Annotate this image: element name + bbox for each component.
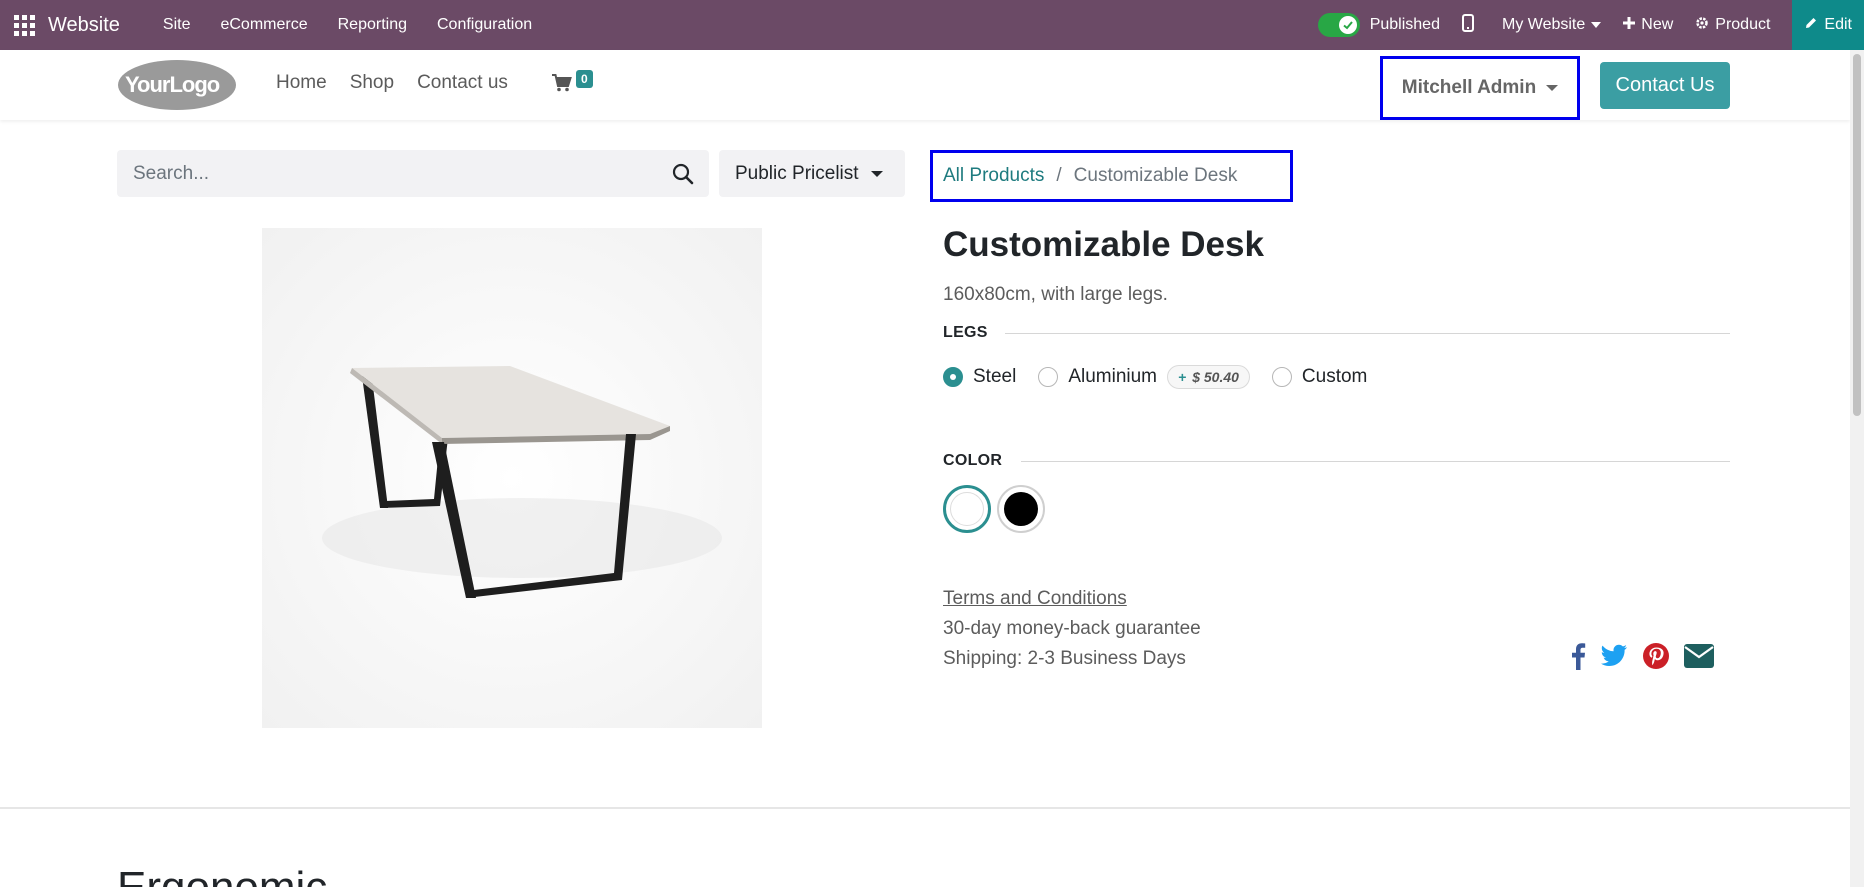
- legs-option-label: Aluminium: [1068, 366, 1158, 387]
- admin-navbar: Website Site eCommerce Reporting Configu…: [0, 0, 1864, 50]
- guarantee-text: 30-day money-back guarantee: [943, 618, 1201, 639]
- site-nav: Home Shop Contact us: [276, 72, 531, 94]
- color-swatch-black[interactable]: [997, 485, 1045, 533]
- legs-option-custom[interactable]: Custom: [1271, 366, 1368, 388]
- search-input[interactable]: [117, 150, 657, 197]
- plus-icon: [1623, 16, 1641, 34]
- product-label: Product: [1715, 16, 1771, 33]
- mobile-icon: [1461, 13, 1480, 37]
- terms-and-conditions-link[interactable]: Terms and Conditions: [943, 588, 1127, 610]
- color-swatch-white[interactable]: [943, 485, 991, 533]
- pricelist-label: Public Pricelist: [735, 162, 859, 184]
- breadcrumb-separator: /: [1056, 165, 1062, 186]
- admin-menu-reporting[interactable]: Reporting: [323, 16, 422, 34]
- pencil-icon: [1804, 16, 1824, 35]
- admin-menu-ecommerce[interactable]: eCommerce: [205, 16, 322, 34]
- product-title: Customizable Desk: [943, 225, 1264, 264]
- nav-shop[interactable]: Shop: [350, 72, 394, 94]
- user-name: Mitchell Admin: [1401, 77, 1537, 98]
- share-icons: [1570, 642, 1714, 675]
- breadcrumb-current: Customizable Desk: [1073, 165, 1238, 186]
- radio-steel[interactable]: [943, 367, 963, 387]
- check-icon: [1338, 16, 1357, 34]
- section-divider: [0, 807, 1850, 809]
- admin-menu: Site eCommerce Reporting Configuration: [148, 16, 547, 34]
- scrollbar-thumb[interactable]: [1853, 54, 1861, 416]
- edit-label: Edit: [1824, 16, 1852, 33]
- color-divider: [1021, 461, 1730, 462]
- cart-button[interactable]: 0: [552, 70, 602, 100]
- cart-icon: [552, 74, 572, 92]
- logo-text: YourLogo: [125, 72, 220, 97]
- color-attribute-label: COLOR: [943, 452, 1003, 469]
- legs-options: Steel Aluminium + $ 50.40 Custom: [943, 365, 1389, 389]
- breadcrumb: All Products / Customizable Desk: [930, 150, 1293, 202]
- legs-attribute-label: LEGS: [943, 324, 988, 341]
- cart-count-badge: 0: [576, 70, 593, 88]
- search-box: [117, 150, 709, 197]
- breadcrumb-all-products[interactable]: All Products: [943, 165, 1044, 187]
- user-menu-dropdown[interactable]: Mitchell Admin: [1380, 56, 1580, 120]
- email-icon[interactable]: [1684, 644, 1714, 673]
- pinterest-icon[interactable]: [1642, 642, 1670, 675]
- apps-menu-icon[interactable]: [12, 13, 36, 37]
- admin-menu-configuration[interactable]: Configuration: [422, 16, 547, 34]
- product-image[interactable]: [262, 228, 762, 728]
- section-title: Ergonomic: [117, 866, 327, 887]
- search-icon[interactable]: [671, 162, 695, 186]
- price-extra-badge: + $ 50.40: [1167, 365, 1250, 389]
- legs-divider: [1005, 333, 1730, 334]
- product-settings-button[interactable]: Product: [1695, 16, 1770, 35]
- new-button[interactable]: New: [1623, 16, 1673, 34]
- legs-option-label: Steel: [973, 366, 1017, 387]
- website-switcher-label: My Website: [1501, 16, 1586, 33]
- legs-option-label: Custom: [1301, 366, 1368, 387]
- legs-option-steel[interactable]: Steel: [943, 366, 1016, 388]
- nav-contact-us[interactable]: Contact us: [417, 72, 508, 94]
- published-label[interactable]: Published: [1370, 16, 1440, 34]
- legs-option-aluminium[interactable]: Aluminium + $ 50.40: [1038, 365, 1250, 389]
- caret-down-icon: [870, 170, 883, 177]
- admin-menu-site[interactable]: Site: [148, 16, 206, 34]
- nav-home[interactable]: Home: [276, 72, 327, 94]
- published-toggle[interactable]: [1317, 13, 1360, 37]
- facebook-icon[interactable]: [1570, 642, 1586, 675]
- site-header: YourLogo Home Shop Contact us 0 Mitchell…: [0, 50, 1850, 120]
- color-swatches: [943, 485, 1051, 533]
- caret-down-icon: [1591, 22, 1602, 28]
- radio-aluminium[interactable]: [1038, 367, 1059, 387]
- gear-icon: [1695, 16, 1715, 35]
- page-scrollbar[interactable]: [1850, 50, 1864, 887]
- price-extra-value: $ 50.40: [1192, 369, 1239, 385]
- mobile-preview-button[interactable]: [1461, 13, 1480, 37]
- site-logo[interactable]: YourLogo: [117, 59, 237, 111]
- shipping-text: Shipping: 2-3 Business Days: [943, 648, 1186, 669]
- website-switcher[interactable]: My Website: [1501, 16, 1602, 34]
- plus-sign: +: [1178, 369, 1187, 385]
- admin-right-actions: Published My Website New Product Edit: [1317, 0, 1864, 50]
- edit-button[interactable]: Edit: [1792, 0, 1864, 50]
- pricelist-dropdown[interactable]: Public Pricelist: [719, 150, 905, 197]
- contact-us-button[interactable]: Contact Us: [1600, 62, 1730, 109]
- caret-down-icon: [1546, 85, 1559, 91]
- radio-custom[interactable]: [1271, 367, 1292, 387]
- new-label: New: [1641, 16, 1674, 33]
- admin-brand[interactable]: Website: [48, 14, 120, 37]
- product-description: 160x80cm, with large legs.: [943, 284, 1168, 305]
- twitter-icon[interactable]: [1600, 644, 1628, 673]
